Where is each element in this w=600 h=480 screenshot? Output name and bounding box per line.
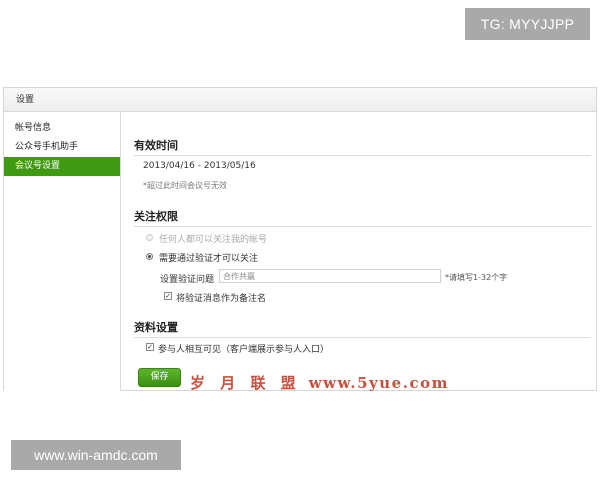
section-title-profile: 资料设置 [134, 321, 178, 334]
sidebar: 帐号信息 公众号手机助手 会议号设置 [4, 112, 121, 391]
radio-anyone-follow-label: 任何人都可以关注我的帐号 [159, 235, 268, 245]
section-divider [134, 155, 591, 156]
settings-panel: 设置 帐号信息 公众号手机助手 会议号设置 有效时间 2013/04/16 - … [3, 87, 597, 391]
checkbox-participants-visible-label: 参与人相互可见（客户端展示参与人入口） [158, 345, 330, 355]
main-content: 有效时间 2013/04/16 - 2013/05/16 *超过此时间会议号无效… [134, 112, 591, 391]
question-input[interactable] [219, 269, 441, 283]
sidebar-item-mobile-assistant[interactable]: 公众号手机助手 [4, 138, 120, 157]
section-title-follow: 关注权限 [134, 210, 178, 223]
validity-date-range: 2013/04/16 - 2013/05/16 [143, 161, 256, 171]
checkbox-remark[interactable]: ✓ [164, 292, 172, 300]
section-divider [134, 337, 591, 338]
checkbox-remark-label: 将验证消息作为备注名 [176, 294, 267, 304]
watermark-top-right: TG: MYYJJPP [465, 8, 590, 40]
radio-anyone-follow[interactable] [146, 234, 153, 241]
checkbox-participants-visible[interactable]: ✓ [146, 343, 154, 351]
watermark-middle: 岁 月 联 盟 www.5yue.com [190, 372, 449, 393]
watermark-bottom-left: www.win-amdc.com [11, 440, 181, 470]
panel-title: 设置 [4, 88, 596, 112]
section-divider [134, 226, 591, 227]
sidebar-item-meeting-settings[interactable]: 会议号设置 [4, 157, 120, 176]
watermark-url: www.5yue.com [308, 374, 449, 392]
question-hint: *请填写1-32个字 [445, 273, 508, 282]
question-label: 设置验证问题 [160, 275, 215, 285]
watermark-brand: 岁 月 联 盟 [190, 374, 301, 392]
sidebar-item-account-info[interactable]: 帐号信息 [4, 119, 120, 138]
save-button[interactable]: 保存 [138, 368, 181, 387]
radio-verify-follow-label: 需要通过验证才可以关注 [159, 254, 259, 264]
section-title-validity: 有效时间 [134, 139, 178, 152]
radio-verify-follow[interactable] [146, 253, 153, 260]
validity-note: *超过此时间会议号无效 [143, 181, 227, 190]
